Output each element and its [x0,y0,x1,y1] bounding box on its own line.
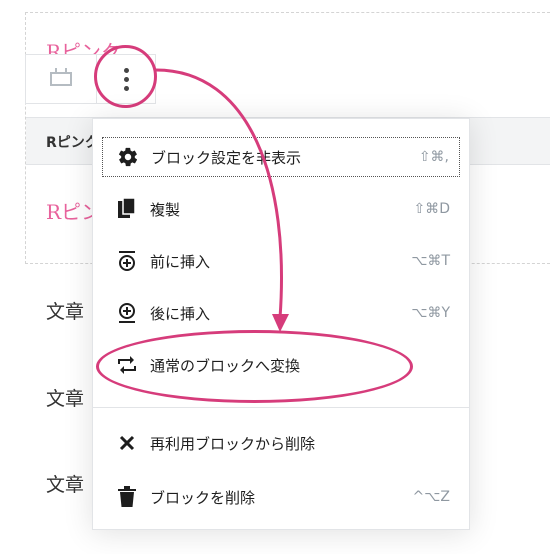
annotation-arrow [155,68,289,332]
